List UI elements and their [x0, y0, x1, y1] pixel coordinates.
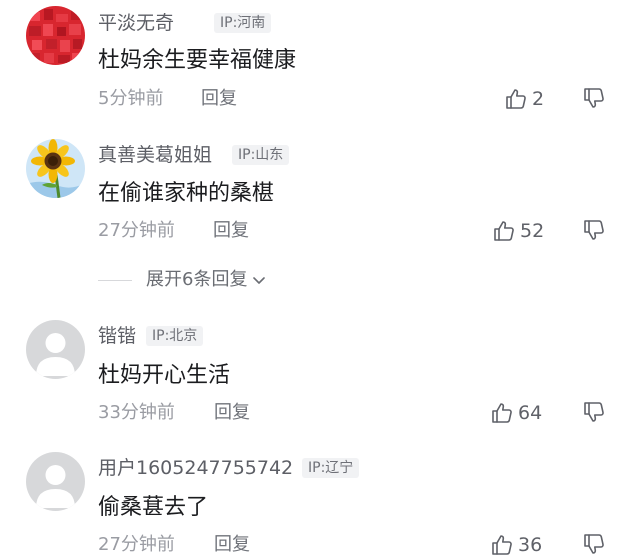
ip-location-badge: IP:辽宁: [302, 458, 360, 478]
comment-item: 用户1605247755742 IP:辽宁 偷桑葚去了 27分钟前 回复 36: [0, 0, 640, 555]
avatar[interactable]: [26, 452, 85, 511]
dislike-button[interactable]: [582, 532, 608, 558]
comment-timestamp: 27分钟前: [98, 534, 175, 555]
username[interactable]: 用户1605247755742: [98, 459, 293, 478]
thumbs-down-icon: [584, 534, 604, 554]
comment-text: 偷桑葚去了: [98, 495, 209, 520]
like-count: 36: [518, 533, 543, 556]
thumbs-up-icon: [492, 535, 512, 555]
reply-button[interactable]: 回复: [214, 536, 250, 554]
like-button[interactable]: 36: [490, 532, 542, 558]
